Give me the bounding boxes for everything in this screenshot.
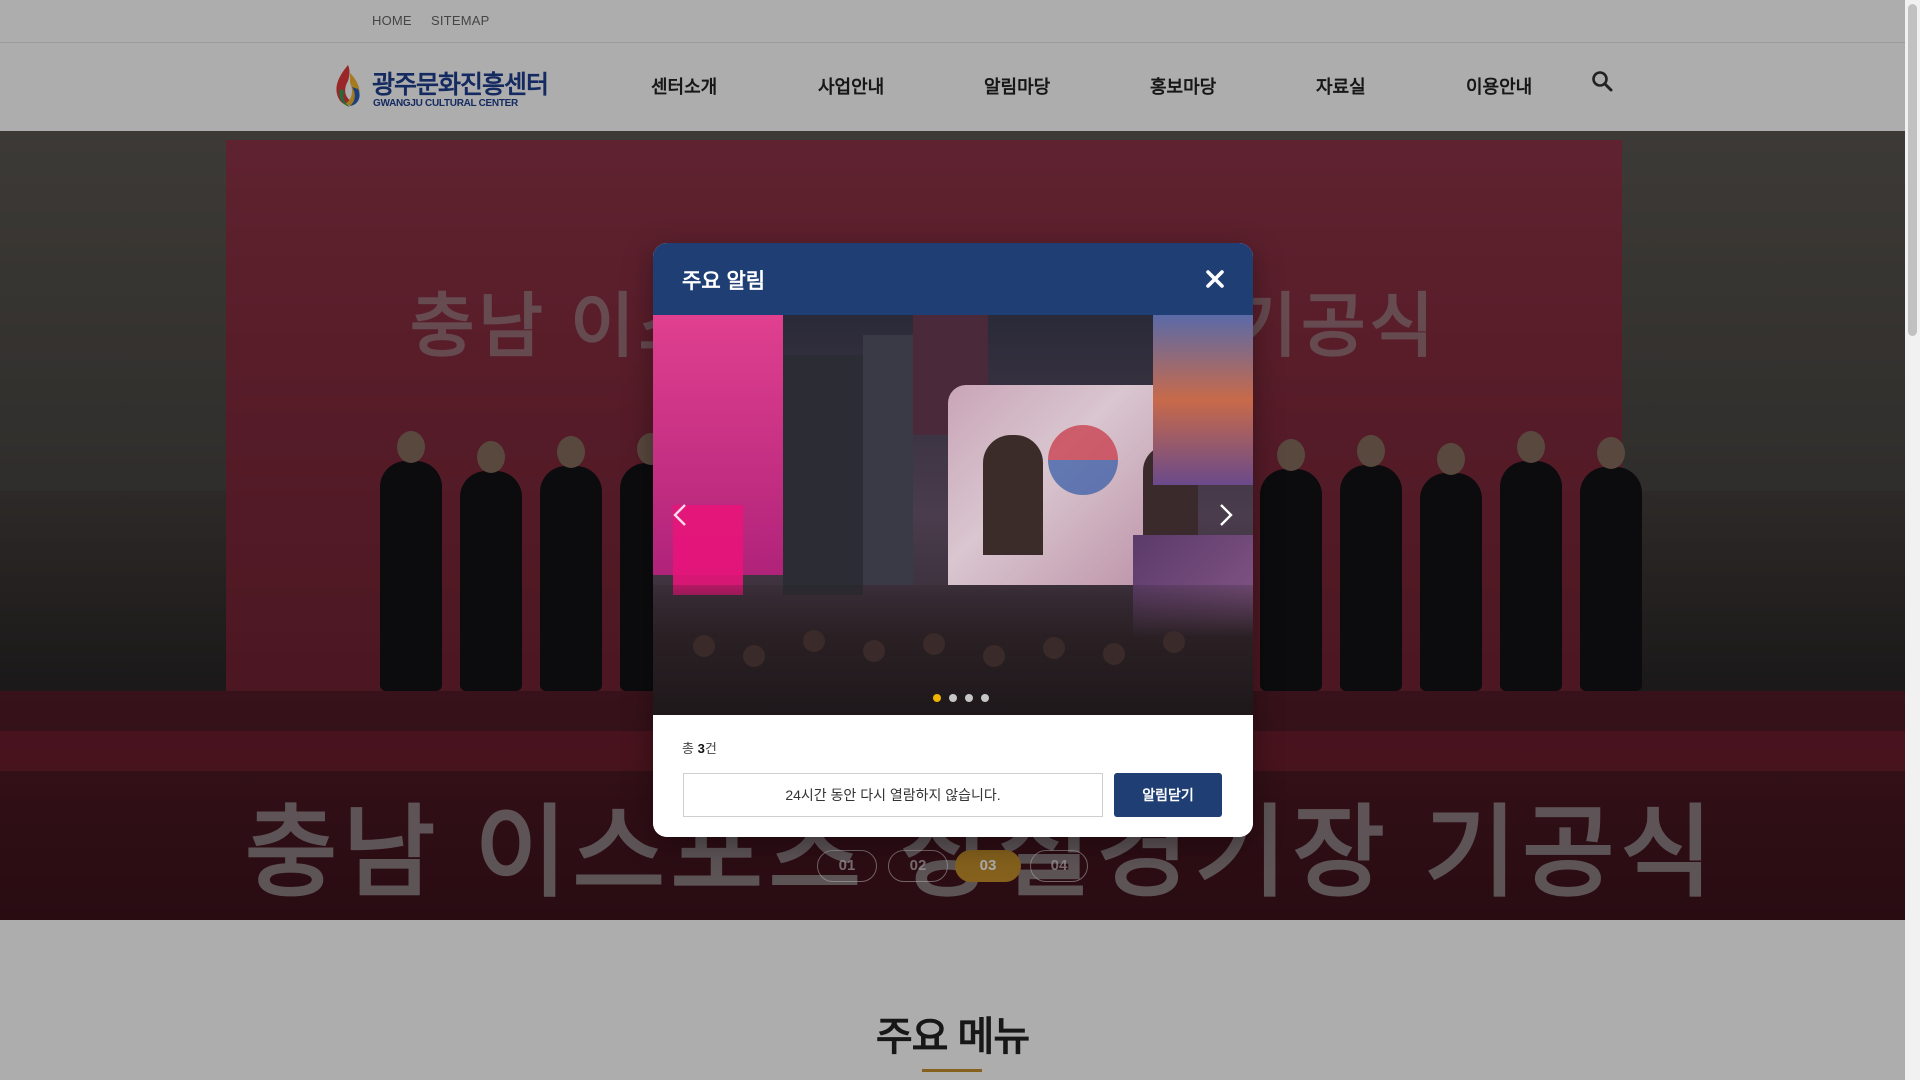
hide-24h-button[interactable]: 24시간 동안 다시 열람하지 않습니다. <box>683 773 1103 817</box>
scrollbar-thumb[interactable] <box>1908 4 1917 336</box>
slide-dot-4[interactable] <box>981 694 989 702</box>
slide-dot-3[interactable] <box>965 694 973 702</box>
chevron-left-icon[interactable] <box>667 495 695 535</box>
popup-title: 주요 알림 <box>682 270 766 293</box>
chevron-right-icon[interactable] <box>1211 495 1239 535</box>
close-notice-button[interactable]: 알림닫기 <box>1114 773 1222 817</box>
close-icon[interactable] <box>1199 263 1231 295</box>
notice-count: 총 3건 <box>682 741 717 756</box>
popup-footer: 총 3건 24시간 동안 다시 열람하지 않습니다. 알림닫기 <box>653 715 1253 837</box>
slide-dot-1[interactable] <box>933 694 941 702</box>
slide-dot-2[interactable] <box>949 694 957 702</box>
notice-popup: 주요 알림 총 3건 24시간 동안 다시 열람하지 않습니다. 알림닫기 <box>653 243 1253 837</box>
notice-count-value: 3 <box>697 741 705 756</box>
page-scrollbar[interactable] <box>1905 0 1920 1080</box>
popup-slide-image[interactable] <box>653 315 1253 715</box>
popup-header: 주요 알림 <box>653 243 1253 315</box>
